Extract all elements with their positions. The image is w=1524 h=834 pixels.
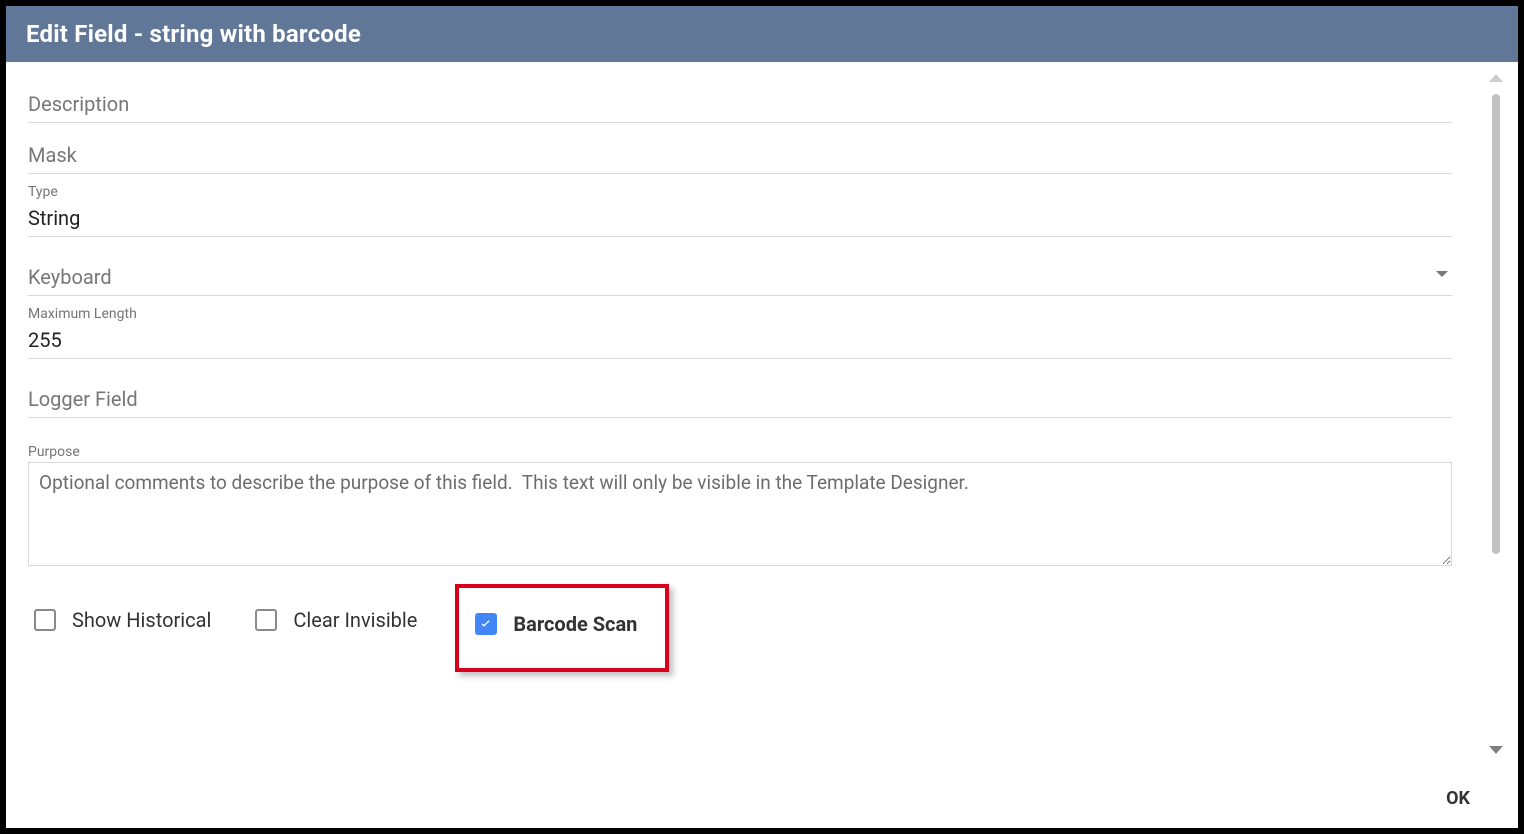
description-field xyxy=(28,86,1452,123)
logger-field xyxy=(28,381,1452,418)
dialog-title: Edit Field - string with barcode xyxy=(6,6,1518,62)
clear-invisible-checkbox[interactable]: Clear Invisible xyxy=(249,604,423,636)
mask-field xyxy=(28,137,1452,174)
show-historical-checkbox[interactable]: Show Historical xyxy=(28,604,217,636)
ok-button[interactable]: OK xyxy=(1432,780,1484,817)
barcode-scan-highlight: Barcode Scan xyxy=(455,584,669,672)
edit-field-dialog: Edit Field - string with barcode Type Ma… xyxy=(0,0,1524,834)
scroll-down-icon[interactable] xyxy=(1489,746,1503,754)
scroll-thumb[interactable] xyxy=(1492,94,1500,554)
checkbox-label: Barcode Scan xyxy=(513,612,637,636)
maxlen-label: Maximum Length xyxy=(28,306,1452,322)
vertical-scrollbar[interactable] xyxy=(1474,62,1518,768)
barcode-scan-checkbox[interactable]: Barcode Scan xyxy=(469,608,643,640)
checkbox-row: Show Historical Clear Invisible Barcode … xyxy=(28,604,1452,672)
purpose-textarea[interactable] xyxy=(28,462,1452,566)
checkbox-label: Clear Invisible xyxy=(293,608,417,632)
maxlen-input[interactable] xyxy=(28,324,1452,359)
scroll-track[interactable] xyxy=(1492,88,1500,740)
keyboard-field xyxy=(28,259,1452,296)
description-input[interactable] xyxy=(28,86,1452,123)
scroll-up-icon[interactable] xyxy=(1489,74,1503,82)
checkbox-icon xyxy=(255,609,277,631)
dialog-body: Type Maximum Length Purpose Show Histori… xyxy=(6,62,1518,768)
type-label: Type xyxy=(28,184,1452,200)
mask-input[interactable] xyxy=(28,137,1452,174)
checkbox-icon xyxy=(475,613,497,635)
purpose-label: Purpose xyxy=(28,444,1452,460)
checkbox-label: Show Historical xyxy=(72,608,211,632)
dialog-footer: OK xyxy=(6,768,1518,828)
keyboard-select[interactable] xyxy=(28,259,1452,296)
logger-input[interactable] xyxy=(28,381,1452,418)
checkbox-icon xyxy=(34,609,56,631)
type-input[interactable] xyxy=(28,202,1452,237)
form-content: Type Maximum Length Purpose Show Histori… xyxy=(6,62,1474,768)
